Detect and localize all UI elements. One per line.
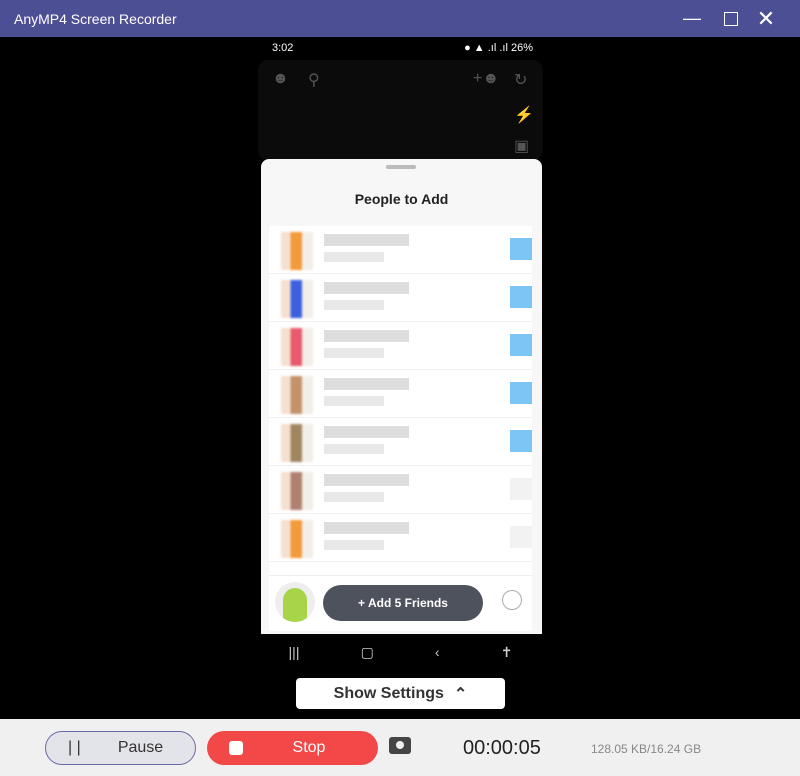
friend-row[interactable] (269, 370, 532, 418)
friend-list (269, 226, 532, 576)
friend-name-blurred (324, 426, 409, 438)
minimize-button[interactable]: — (674, 0, 710, 37)
flip-camera-icon[interactable]: ↻ (514, 70, 527, 90)
sheet-title: People to Add (354, 191, 449, 207)
friend-select-checkbox[interactable] (510, 526, 532, 548)
chevron-up-icon: ⌃ (453, 685, 468, 703)
friend-name-blurred (324, 282, 409, 294)
friend-row[interactable] (269, 466, 532, 514)
android-nav-bar: ||| ▢ ‹ ✝ (258, 634, 543, 670)
friend-select-checkbox[interactable] (510, 478, 532, 500)
friend-avatar (281, 424, 313, 462)
camera-snapshot-icon[interactable] (389, 737, 411, 754)
battery-level: 26% (510, 42, 533, 54)
accessibility-icon[interactable]: ✝ (501, 644, 513, 661)
close-button[interactable]: ✕ (748, 0, 784, 37)
pause-label: Pause (117, 739, 164, 756)
friend-row[interactable] (269, 418, 532, 466)
show-settings-button[interactable]: Show Settings ⌃ (296, 678, 505, 709)
friend-avatar (281, 232, 313, 270)
phone-preview: 3:02 ● ▲ .ıl .ıl 26% ☻ ⚲ +☻ ↻ ⚡ ▣ People… (258, 38, 543, 670)
file-size: 128.05 KB/16.24 GB (591, 742, 702, 756)
stop-button[interactable]: Stop (207, 731, 378, 765)
friend-avatar (281, 328, 313, 366)
friend-username-blurred (324, 444, 384, 454)
avatar-icon[interactable]: ☻ (272, 70, 289, 88)
friend-username-blurred (324, 540, 384, 550)
maximize-button[interactable] (713, 0, 749, 37)
back-icon[interactable]: ‹ (435, 644, 440, 660)
video-icon[interactable]: ▣ (514, 136, 529, 156)
friend-name-blurred (324, 474, 409, 486)
search-icon[interactable]: ⚲ (308, 70, 320, 90)
home-icon[interactable]: ▢ (361, 644, 374, 661)
status-bar: 3:02 ● ▲ .ıl .ıl 26% (272, 42, 533, 54)
camera-view: ☻ ⚲ +☻ ↻ ⚡ ▣ (258, 60, 543, 160)
signal-icon: ● ▲ .ıl .ıl (464, 42, 511, 54)
bitmoji-avatar (275, 582, 315, 622)
pause-button[interactable]: | | Pause (45, 731, 196, 765)
friend-avatar (281, 472, 313, 510)
friend-select-checkbox[interactable] (510, 334, 532, 356)
select-checkbox[interactable] (502, 590, 522, 610)
add-friends-button[interactable]: + Add 5 Friends (323, 585, 483, 621)
friend-row[interactable] (269, 274, 532, 322)
stop-label: Stop (292, 739, 326, 756)
title-bar: AnyMP4 Screen Recorder — ✕ (0, 0, 800, 37)
friend-avatar (281, 280, 313, 318)
friend-row[interactable] (269, 226, 532, 274)
friend-name-blurred (324, 522, 409, 534)
friend-avatar (281, 520, 313, 558)
friend-select-checkbox[interactable] (510, 286, 532, 308)
friend-row[interactable] (269, 514, 532, 562)
friend-row[interactable] (269, 322, 532, 370)
pause-icon: | | (68, 739, 81, 756)
friend-select-checkbox[interactable] (510, 430, 532, 452)
recents-icon[interactable]: ||| (289, 644, 300, 660)
friend-select-checkbox[interactable] (510, 238, 532, 260)
stop-icon (229, 741, 243, 755)
friend-username-blurred (324, 396, 384, 406)
drag-handle[interactable] (386, 165, 416, 169)
control-bar: | | Pause Stop 00:00:05 128.05 KB/16.24 G… (0, 719, 800, 776)
friend-username-blurred (324, 348, 384, 358)
friend-username-blurred (324, 252, 384, 262)
friend-username-blurred (324, 492, 384, 502)
elapsed-time: 00:00:05 (463, 737, 541, 759)
people-to-add-sheet: People to Add + Add 5 Friends (261, 159, 542, 634)
friend-name-blurred (324, 378, 409, 390)
status-time: 3:02 (272, 42, 294, 54)
friend-username-blurred (324, 300, 384, 310)
friend-name-blurred (324, 234, 409, 246)
friend-name-blurred (324, 330, 409, 342)
friend-avatar (281, 376, 313, 414)
friend-select-checkbox[interactable] (510, 382, 532, 404)
show-settings-label: Show Settings (333, 684, 444, 702)
app-title: AnyMP4 Screen Recorder (14, 10, 177, 27)
flash-off-icon[interactable]: ⚡ (514, 105, 534, 125)
add-friend-icon[interactable]: +☻ (473, 70, 499, 88)
